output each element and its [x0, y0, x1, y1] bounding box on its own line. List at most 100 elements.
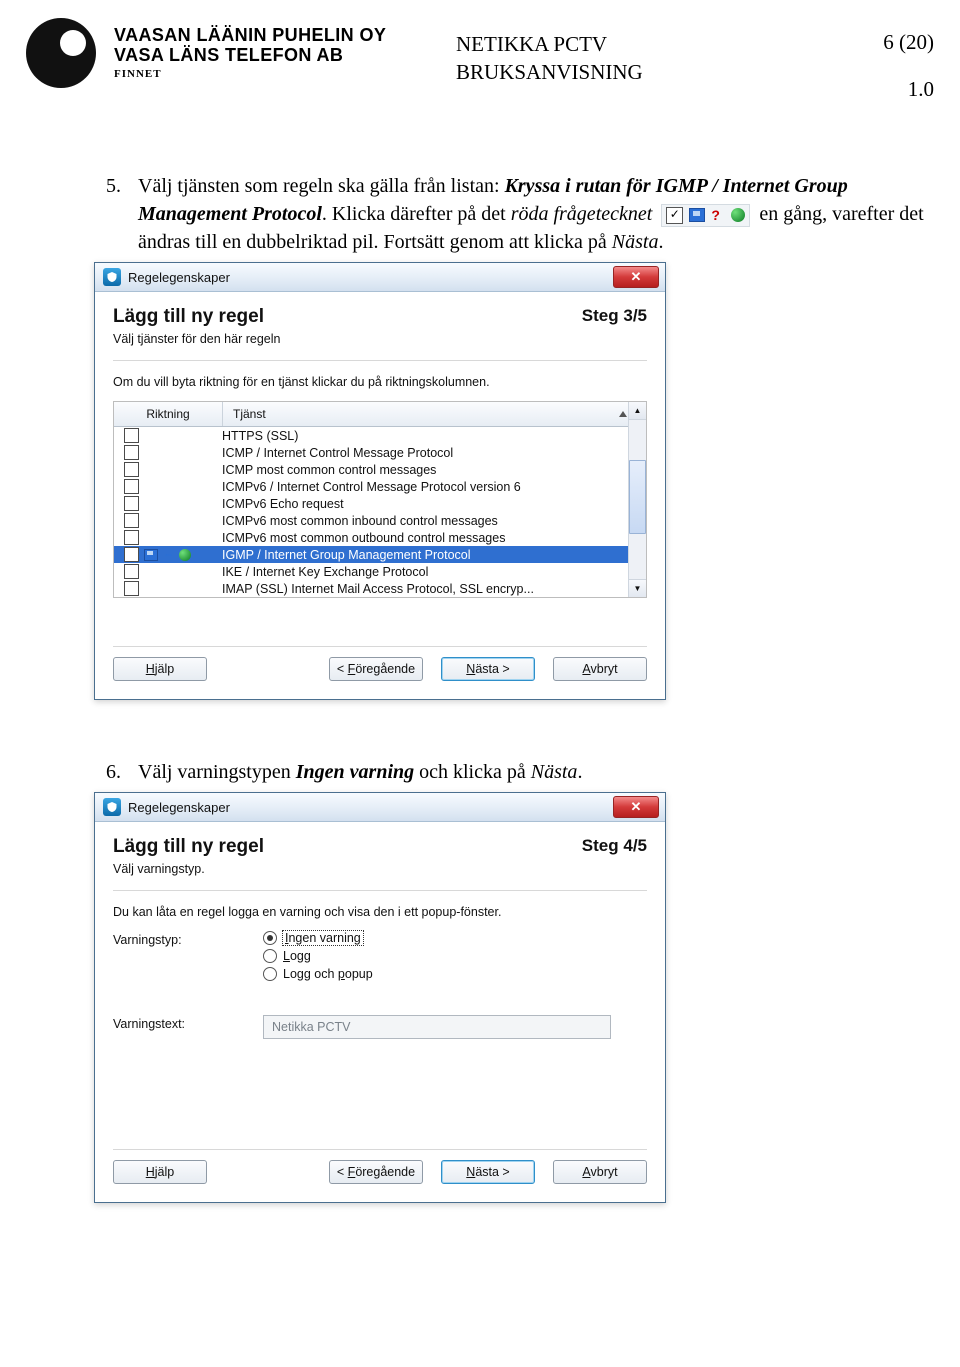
back-button[interactable]: < Föregående: [329, 657, 423, 681]
service-name: HTTPS (SSL): [222, 429, 646, 443]
direction-cell[interactable]: [114, 479, 222, 494]
scroll-down-button[interactable]: ▼: [629, 579, 646, 597]
direction-cell[interactable]: [114, 462, 222, 477]
service-row[interactable]: IMAP (SSL) Internet Mail Access Protocol…: [114, 580, 646, 597]
step6-paragraph: 6. Välj varningstypen Ingen varning och …: [106, 758, 926, 786]
close-icon: ✕: [631, 799, 642, 815]
step5-italic-c: Nästa: [612, 231, 659, 253]
service-row[interactable]: IKE / Internet Key Exchange Protocol: [114, 563, 646, 580]
radio-dot[interactable]: [263, 931, 277, 945]
step6-text-a: Välj varningstypen: [138, 761, 291, 783]
step5-dot: .: [658, 231, 663, 253]
row-warning-text: Varningstext: Netikka PCTV: [113, 1015, 647, 1039]
cancel-button[interactable]: Avbryt: [553, 1160, 647, 1184]
radio-label: Ingen varning: [283, 931, 363, 945]
dialog-step3: Regelegenskaper ✕ Steg 3/5 Lägg till ny …: [94, 262, 666, 700]
step5-number: 5.: [106, 172, 138, 256]
globe-icon: [731, 208, 745, 222]
col-direction[interactable]: Riktning: [114, 402, 223, 426]
radio-option[interactable]: Logg: [263, 949, 373, 963]
button-row: Hjälp < Föregående Nästa > Avbryt: [113, 1160, 647, 1184]
doc-title: NETIKKA PCTV BRUKSANVISNING: [456, 18, 814, 87]
help-button[interactable]: Hjälp: [113, 657, 207, 681]
bidirectional-arrow-icon: ⇔: [163, 549, 174, 561]
service-checkbox[interactable]: [124, 428, 139, 443]
step6-dot: .: [577, 761, 582, 783]
service-name: IMAP (SSL) Internet Mail Access Protocol…: [222, 582, 646, 596]
direction-cell[interactable]: [114, 445, 222, 460]
radio-option[interactable]: Logg och popup: [263, 967, 373, 981]
window-title: Regelegenskaper: [128, 800, 607, 815]
close-button[interactable]: ✕: [613, 266, 659, 288]
dialog-subtitle: Välj tjänster för den här regeln: [113, 332, 647, 346]
step5-text-b: . Klicka därefter på det: [322, 203, 506, 225]
globe-icon: [179, 549, 191, 561]
next-button[interactable]: Nästa >: [441, 1160, 535, 1184]
service-checkbox[interactable]: [124, 564, 139, 579]
service-row[interactable]: ✓⇔IGMP / Internet Group Management Proto…: [114, 546, 646, 563]
service-name: IKE / Internet Key Exchange Protocol: [222, 565, 646, 579]
direction-cell[interactable]: ✓⇔: [114, 547, 222, 562]
step6-text-b: och klicka på: [419, 761, 526, 783]
direction-cell[interactable]: [114, 564, 222, 579]
titlebar[interactable]: Regelegenskaper ✕: [95, 793, 665, 822]
close-button[interactable]: ✕: [613, 796, 659, 818]
col-service[interactable]: Tjänst: [223, 402, 646, 426]
dialog-subtitle: Välj varningstyp.: [113, 862, 647, 876]
service-checkbox[interactable]: [124, 445, 139, 460]
service-row[interactable]: ICMP / Internet Control Message Protocol: [114, 444, 646, 461]
direction-cell[interactable]: [114, 513, 222, 528]
scrollbar[interactable]: ▲ ▼: [628, 402, 646, 597]
service-row[interactable]: HTTPS (SSL): [114, 427, 646, 444]
help-button[interactable]: Hjälp: [113, 1160, 207, 1184]
scroll-up-button[interactable]: ▲: [629, 402, 646, 420]
service-checkbox[interactable]: [124, 530, 139, 545]
direction-cell[interactable]: [114, 496, 222, 511]
service-checkbox[interactable]: ✓: [124, 547, 139, 562]
titlebar[interactable]: Regelegenskaper ✕: [95, 263, 665, 292]
service-checkbox[interactable]: [124, 496, 139, 511]
scroll-thumb[interactable]: [629, 460, 646, 534]
warning-text-input[interactable]: Netikka PCTV: [263, 1015, 611, 1039]
page-meta: 6 (20) 1.0: [814, 18, 934, 102]
app-icon: [103, 268, 121, 286]
label-warning-type: Varningstyp:: [113, 931, 263, 947]
inline-direction-icons: ✓ ?: [661, 204, 750, 227]
cancel-button[interactable]: Avbryt: [553, 657, 647, 681]
doc-title-line1: NETIKKA PCTV: [456, 30, 814, 58]
radio-option[interactable]: Ingen varning: [263, 931, 373, 945]
direction-cell[interactable]: [114, 581, 222, 596]
dialog-step4: Regelegenskaper ✕ Steg 4/5 Lägg till ny …: [94, 792, 666, 1203]
direction-cell[interactable]: [114, 428, 222, 443]
radio-dot[interactable]: [263, 949, 277, 963]
col-service-label: Tjänst: [233, 407, 266, 421]
divider: [113, 1149, 647, 1150]
doc-version: 1.0: [814, 77, 934, 102]
chevron-up-icon: ▲: [634, 406, 642, 415]
doc-title-line2: BRUKSANVISNING: [456, 58, 814, 86]
service-row[interactable]: ICMPv6 most common inbound control messa…: [114, 512, 646, 529]
service-row[interactable]: ICMPv6 Echo request: [114, 495, 646, 512]
radio-group-warning-type: Ingen varning Logg Logg och popup: [263, 931, 373, 981]
back-button[interactable]: < Föregående: [329, 1160, 423, 1184]
grid-header[interactable]: Riktning Tjänst: [114, 402, 646, 427]
divider: [113, 360, 647, 361]
service-checkbox[interactable]: [124, 462, 139, 477]
service-checkbox[interactable]: [124, 479, 139, 494]
checkbox-icon: ✓: [666, 207, 683, 224]
service-checkbox[interactable]: [124, 513, 139, 528]
sort-indicator-icon: [619, 411, 627, 417]
dialog-heading: Lägg till ny regel: [113, 836, 264, 857]
direction-cell[interactable]: [114, 530, 222, 545]
service-row[interactable]: ICMPv6 most common outbound control mess…: [114, 529, 646, 546]
service-row[interactable]: ICMP most common control messages: [114, 461, 646, 478]
button-row: Hjälp < Föregående Nästa > Avbryt: [113, 657, 647, 681]
radio-dot[interactable]: [263, 967, 277, 981]
service-checkbox[interactable]: [124, 581, 139, 596]
dialog-note: Du kan låta en regel logga en varning oc…: [113, 905, 647, 919]
next-button[interactable]: Nästa >: [441, 657, 535, 681]
service-row[interactable]: ICMPv6 / Internet Control Message Protoc…: [114, 478, 646, 495]
grid-rows: HTTPS (SSL)ICMP / Internet Control Messa…: [114, 427, 646, 597]
service-name: ICMPv6 Echo request: [222, 497, 646, 511]
radio-label: Logg och popup: [283, 967, 373, 981]
